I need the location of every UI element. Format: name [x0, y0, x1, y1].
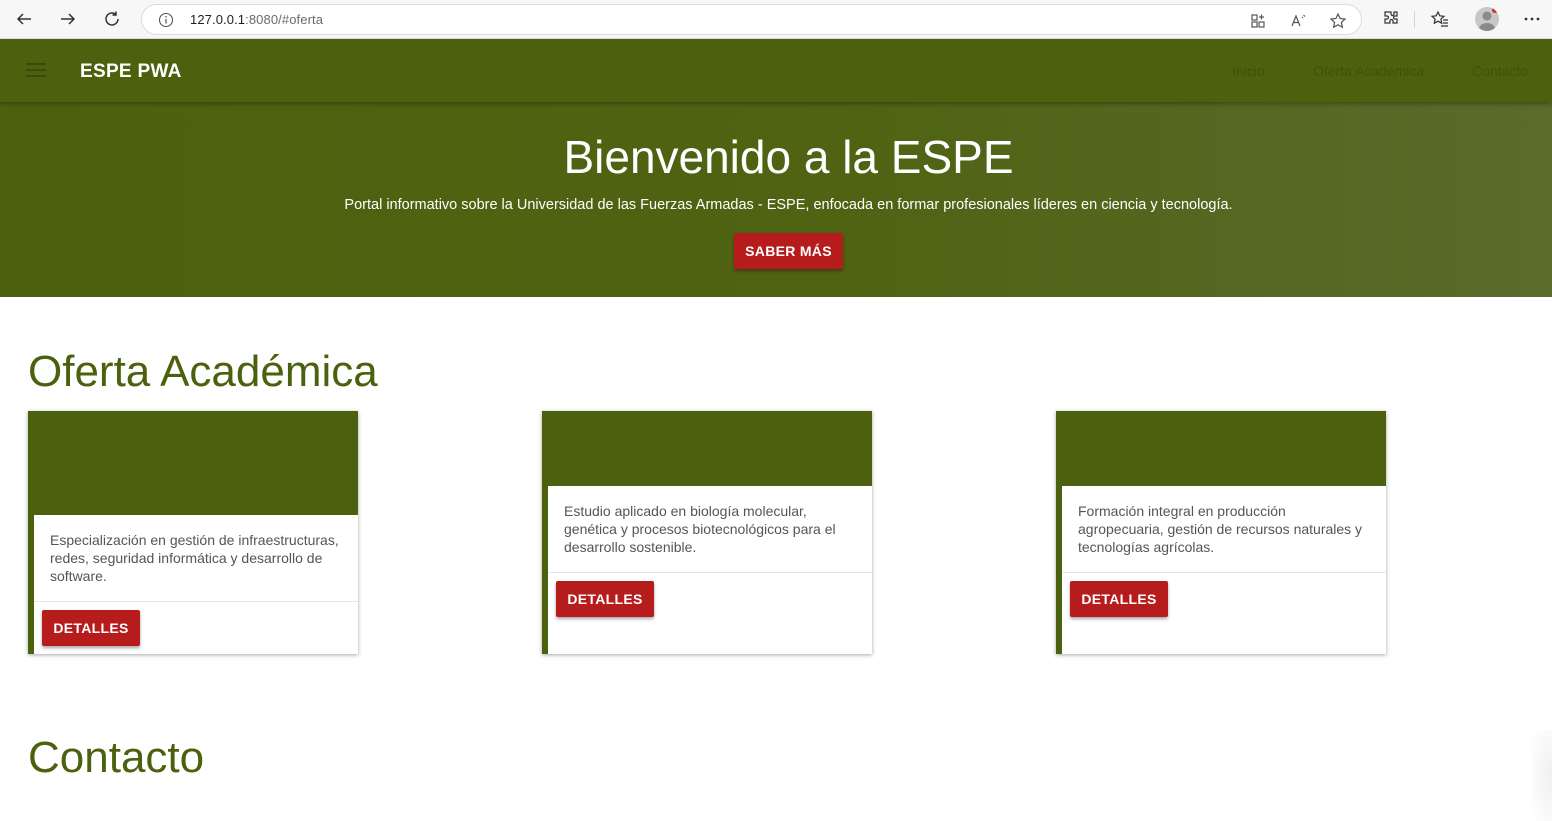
app-header: ESPE PWA Inicio Oferta Académica Contact… — [0, 39, 1552, 102]
scroll-fade — [1532, 730, 1552, 821]
nav-link-contacto[interactable]: Contacto — [1472, 63, 1528, 79]
url-text: 127.0.0.1:8080/#oferta — [190, 12, 323, 27]
reload-icon — [105, 11, 119, 26]
card-body: Formación integral en producción agropec… — [1062, 486, 1386, 654]
more-options-icon[interactable] — [1522, 9, 1542, 29]
hero-section: Bienvenido a la ESPE Portal informativo … — [0, 102, 1552, 297]
url-path: :8080/#oferta — [245, 12, 324, 27]
url-host: 127.0.0.1 — [190, 12, 246, 27]
brand-title[interactable]: ESPE PWA — [80, 61, 182, 83]
arrow-left-icon — [16, 13, 31, 25]
address-bar[interactable]: 127.0.0.1:8080/#oferta — [141, 4, 1362, 35]
extensions-icon[interactable] — [1381, 9, 1401, 29]
person-icon — [1478, 11, 1496, 31]
read-aloud-icon[interactable] — [1289, 12, 1307, 30]
oferta-card: Formación integral en producción agropec… — [1056, 411, 1386, 654]
detalles-button[interactable]: DETALLES — [1070, 581, 1168, 617]
oferta-card: Especialización en gestión de infraestru… — [28, 411, 358, 654]
favorites-icon[interactable] — [1430, 9, 1450, 29]
card-description: Formación integral en producción agropec… — [1062, 486, 1386, 573]
arrow-right-icon — [61, 13, 76, 25]
card-actions: DETALLES — [1062, 573, 1386, 635]
card-body: Especialización en gestión de infraestru… — [34, 515, 358, 654]
app-available-icon[interactable] — [1249, 12, 1267, 30]
forward-button[interactable] — [55, 6, 81, 32]
card-body: Estudio aplicado en biología molecular, … — [548, 486, 872, 654]
reload-button[interactable] — [99, 6, 125, 32]
contacto-section-title: Contacto — [28, 733, 205, 782]
nav-link-inicio[interactable]: Inicio — [1232, 63, 1265, 79]
back-button[interactable] — [11, 6, 37, 32]
card-description: Especialización en gestión de infraestru… — [34, 515, 358, 602]
info-icon[interactable] — [158, 12, 174, 28]
browser-toolbar: 127.0.0.1:8080/#oferta — [0, 0, 1552, 39]
card-actions: DETALLES — [548, 573, 872, 635]
detalles-button[interactable]: DETALLES — [556, 581, 654, 617]
profile-avatar[interactable] — [1475, 7, 1499, 31]
hamburger-menu-icon[interactable] — [26, 63, 46, 79]
hero-title: Bienvenido a la ESPE — [563, 131, 1014, 183]
hero-subtitle: Portal informativo sobre la Universidad … — [344, 197, 1233, 213]
nav-link-oferta[interactable]: Oferta Académica — [1313, 63, 1424, 79]
card-description: Estudio aplicado en biología molecular, … — [548, 486, 872, 573]
oferta-section-title: Oferta Académica — [28, 347, 378, 396]
detalles-button[interactable]: DETALLES — [42, 610, 140, 646]
card-actions: DETALLES — [34, 602, 358, 664]
toolbar-divider — [1414, 11, 1415, 28]
favorite-star-icon[interactable] — [1329, 12, 1347, 30]
oferta-card: Estudio aplicado en biología molecular, … — [542, 411, 872, 654]
saber-mas-button[interactable]: SABER MÁS — [734, 233, 843, 269]
